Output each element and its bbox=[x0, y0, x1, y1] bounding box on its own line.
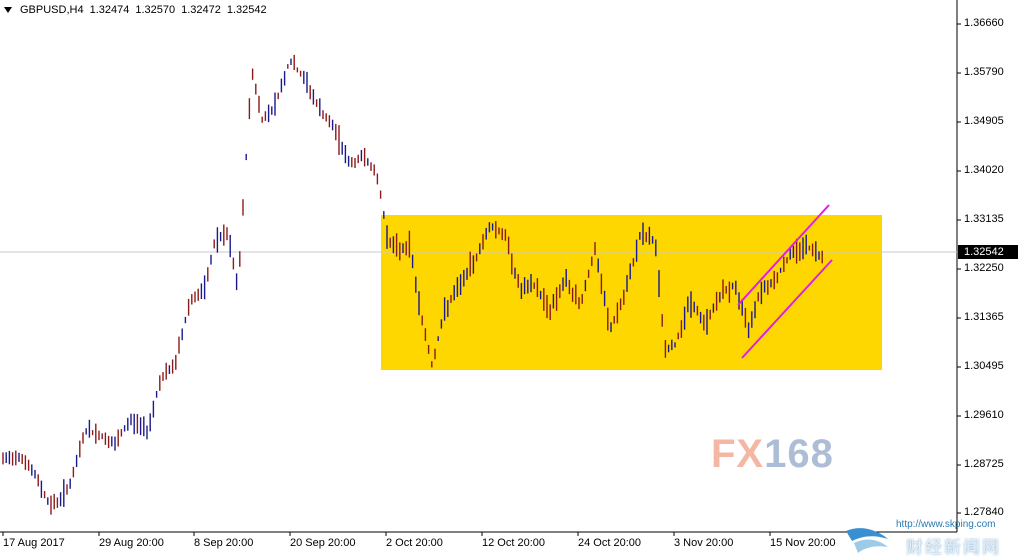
close-price: 1.32542 bbox=[226, 4, 267, 16]
fx168-watermark: FX168 bbox=[711, 432, 834, 476]
chart-window[interactable]: GBPUSD,H4 1.32474 1.32570 1.32472 1.3254… bbox=[0, 0, 1020, 557]
time-ticks bbox=[2, 532, 771, 536]
high-price: 1.32570 bbox=[135, 4, 176, 16]
time-label: 3 Nov 20:00 bbox=[674, 537, 734, 549]
price-label: 1.28725 bbox=[964, 458, 1004, 470]
price-label: 1.34905 bbox=[964, 115, 1004, 127]
time-label: 15 Nov 20:00 bbox=[770, 537, 836, 549]
price-label: 1.33135 bbox=[964, 213, 1004, 225]
open-price: 1.32474 bbox=[89, 4, 130, 16]
price-label: 1.31365 bbox=[964, 311, 1004, 323]
source-name: 财经新闻网 bbox=[906, 538, 1001, 557]
source-url: http://www.skping.com bbox=[896, 519, 996, 530]
price-label: 1.27840 bbox=[964, 506, 1004, 518]
price-label: 1.29610 bbox=[964, 409, 1004, 421]
price-label: 1.32250 bbox=[964, 262, 1004, 274]
time-label: 12 Oct 20:00 bbox=[482, 537, 545, 549]
price-ticks bbox=[957, 23, 961, 514]
time-label: 8 Sep 20:00 bbox=[194, 537, 254, 549]
price-label: 1.36660 bbox=[964, 17, 1004, 29]
chart-header: GBPUSD,H4 1.32474 1.32570 1.32472 1.3254… bbox=[4, 4, 267, 16]
symbol-label: GBPUSD,H4 bbox=[20, 4, 84, 16]
time-label: 24 Oct 20:00 bbox=[578, 537, 641, 549]
low-price: 1.32472 bbox=[181, 4, 221, 16]
time-label: 17 Aug 2017 bbox=[3, 537, 65, 549]
price-label: 1.35790 bbox=[964, 66, 1004, 78]
price-chart[interactable] bbox=[0, 0, 1020, 556]
current-price-tag: 1.32542 bbox=[958, 245, 1018, 259]
time-label: 20 Sep 20:00 bbox=[290, 537, 356, 549]
skping-logo-icon bbox=[846, 528, 888, 553]
dropdown-triangle-icon[interactable] bbox=[4, 7, 12, 13]
time-label: 2 Oct 20:00 bbox=[386, 537, 443, 549]
price-label: 1.30495 bbox=[964, 360, 1004, 372]
price-label: 1.34020 bbox=[964, 164, 1004, 176]
time-label: 29 Aug 20:00 bbox=[99, 537, 164, 549]
